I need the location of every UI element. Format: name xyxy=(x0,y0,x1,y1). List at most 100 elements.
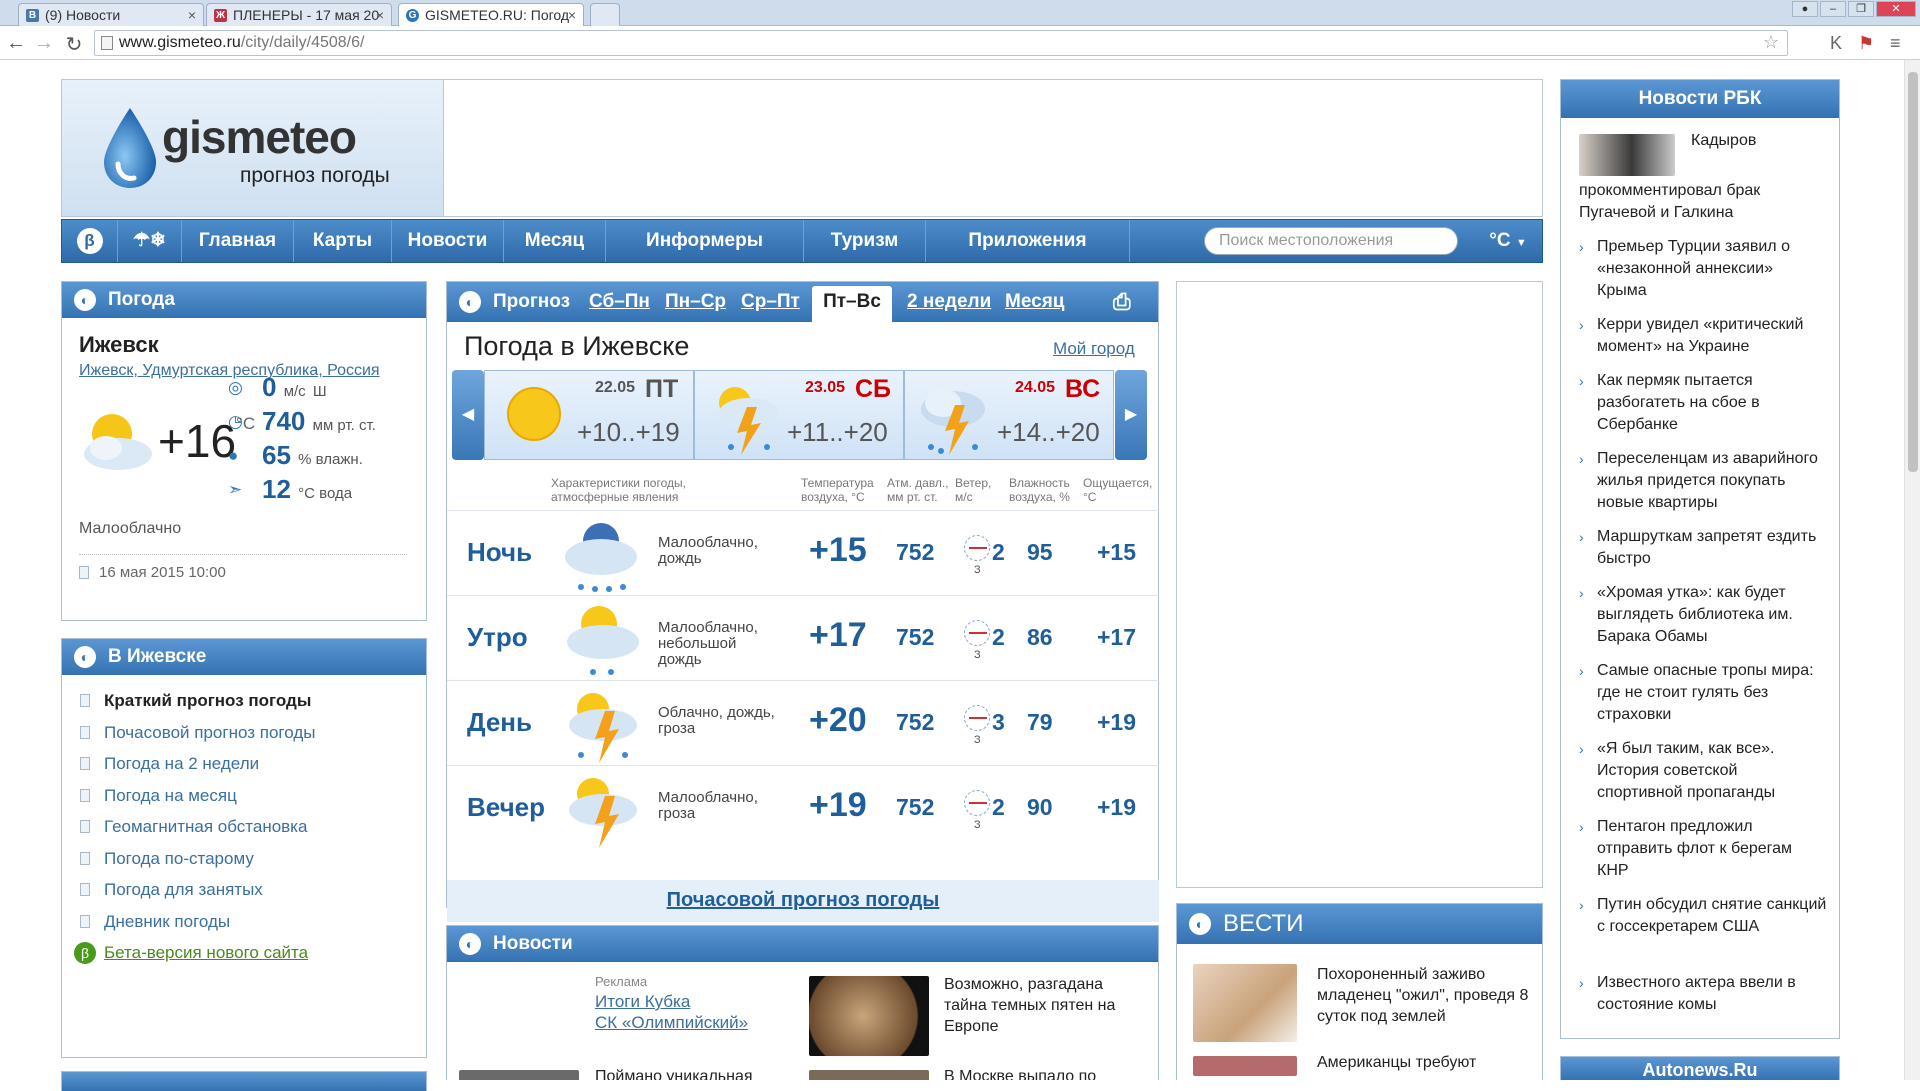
url-path: /city/daily/4508/6/ xyxy=(240,34,365,51)
rbk-lead-rest[interactable]: прокомментировал брак Пугачевой и Галкин… xyxy=(1579,180,1829,224)
rbk-news-item[interactable]: › Маршруткам запретят ездить быстро xyxy=(1579,526,1827,570)
tab-sat-mon[interactable]: Сб–Пн xyxy=(589,282,650,322)
panel-title: Новости РБК xyxy=(1638,88,1762,109)
menu-informers[interactable]: Информеры xyxy=(606,220,804,262)
rbk-news-item[interactable]: › Как пермяк пытается разбогатеть на сбое… xyxy=(1579,370,1827,436)
beta-icon[interactable]: β xyxy=(62,220,118,262)
link-old-style[interactable]: Погода по-старому xyxy=(80,849,420,881)
rbk-news-item[interactable]: › «Хромая утка»: как будет выглядеть библ… xyxy=(1579,582,1827,648)
close-tab-icon[interactable]: × xyxy=(376,7,384,23)
extension-badge-icon[interactable]: ⚑ xyxy=(1858,33,1874,54)
unit-label: °C xyxy=(1489,230,1511,251)
minimize-icon[interactable]: – xyxy=(1820,1,1846,17)
link-label: Погода на 2 недели xyxy=(104,754,260,773)
news-item-link[interactable]: Поймано уникальная xyxy=(595,1068,753,1080)
menu-tourism[interactable]: Туризм xyxy=(804,220,926,262)
rbk-news-item[interactable]: › Пентагон предложил отправить флот к бер… xyxy=(1579,816,1827,882)
vesti-story-link[interactable]: Похороненный заживо младенец "ожил", про… xyxy=(1317,964,1533,1027)
vesti-item-link[interactable]: Американцы требуют xyxy=(1317,1054,1476,1072)
hourly-forecast-link[interactable]: Почасовой прогноз погоды xyxy=(447,880,1159,922)
link-hourly-forecast[interactable]: Почасовой прогноз погоды xyxy=(80,723,420,755)
rbk-news-item[interactable]: › Керри увидел «критический момент» на Ук… xyxy=(1579,314,1827,358)
scrollbar-thumb[interactable] xyxy=(1908,72,1918,472)
period-wind: 2 xyxy=(992,539,1005,565)
prev-days-arrow-icon[interactable]: ◀ xyxy=(452,370,484,460)
link-two-weeks[interactable]: Погода на 2 недели xyxy=(80,754,420,786)
rbk-news-item[interactable]: › Переселенцам из аварийного жилья придет… xyxy=(1579,448,1827,514)
address-bar[interactable]: www.gismeteo.ru/city/daily/4508/6/ ☆ xyxy=(94,30,1788,56)
ad-link-cup[interactable]: Итоги Кубка xyxy=(595,992,690,1012)
tab-two-weeks[interactable]: 2 недели xyxy=(907,282,991,322)
region-link-country[interactable]: Россия xyxy=(327,362,379,379)
document-icon xyxy=(80,914,90,928)
link-beta-site[interactable]: β Бета-версия нового сайта xyxy=(74,942,420,975)
news-thumb-image[interactable] xyxy=(459,1070,579,1080)
news-story-link[interactable]: Возможно, разгадана тайна темных пятен н… xyxy=(944,974,1140,1037)
tab-fri-sun[interactable]: Пт–Вс xyxy=(812,286,892,322)
tab-mon-wed[interactable]: Пн–Ср xyxy=(665,282,726,322)
bookmark-star-icon[interactable]: ☆ xyxy=(1763,32,1779,53)
link-busy[interactable]: Погода для занятых xyxy=(80,880,420,912)
region-link-city[interactable]: Ижевск xyxy=(79,362,133,379)
vesti-story-image[interactable] xyxy=(1193,964,1297,1042)
close-tab-icon[interactable]: × xyxy=(568,7,576,23)
unit-select[interactable]: °C ▼ xyxy=(1474,220,1542,262)
fish-water-icon: ➣ xyxy=(228,480,243,499)
drop-icon: ◐ xyxy=(459,291,481,313)
chevron-down-icon: ▼ xyxy=(1515,237,1527,249)
location-search-input[interactable]: Поиск местоположения xyxy=(1204,227,1458,255)
autonews-header[interactable]: Autonews.Ru xyxy=(1560,1056,1840,1080)
tab-vk-news[interactable]: В (9) Новости × xyxy=(18,3,204,26)
menu-maps[interactable]: Карты xyxy=(294,220,392,262)
weather-symbols-icon[interactable]: ☂❄ xyxy=(118,220,182,262)
rbk-news-item[interactable]: › Путин обсудил снятие санкций с госсекре… xyxy=(1579,894,1827,938)
link-month[interactable]: Погода на месяц xyxy=(80,786,420,818)
restore-icon[interactable]: ❐ xyxy=(1848,1,1874,17)
profile-icon[interactable]: ● xyxy=(1792,1,1818,17)
next-days-arrow-icon[interactable]: ▶ xyxy=(1115,370,1147,460)
period-wind: 3 xyxy=(992,709,1005,735)
ad-link-stadium[interactable]: СК «Олимпийский» xyxy=(595,1013,748,1033)
page-scrollbar[interactable] xyxy=(1904,60,1920,1080)
menu-icon[interactable]: ≡ xyxy=(1890,33,1901,54)
news-thumb-image[interactable] xyxy=(809,1070,929,1080)
europa-moon-image[interactable] xyxy=(809,976,929,1056)
day-card-sat[interactable]: 23.05 СБ +11..+20 xyxy=(694,370,904,460)
period-pressure: 752 xyxy=(896,624,935,650)
rbk-news-item[interactable]: › Премьер Турции заявил о «незаконной анн… xyxy=(1579,236,1827,302)
day-card-sun[interactable]: 24.05 ВС +14..+20 xyxy=(904,370,1114,460)
close-window-icon[interactable]: ✕ xyxy=(1876,1,1916,17)
rbk-news-item[interactable]: › «Я был таким, как все». История советск… xyxy=(1579,738,1827,804)
extension-k-icon[interactable]: K xyxy=(1830,33,1842,54)
rbk-lead-first[interactable]: Кадыров xyxy=(1691,132,1756,150)
link-diary[interactable]: Дневник погоды xyxy=(80,912,420,944)
news-item-link[interactable]: В Москве выпало по xyxy=(944,1068,1096,1080)
rbk-news-item[interactable]: › Известного актера ввели в состояние ком… xyxy=(1579,972,1827,1016)
period-feels: +19 xyxy=(1097,709,1137,735)
close-tab-icon[interactable]: × xyxy=(188,7,196,23)
menu-apps[interactable]: Приложения xyxy=(926,220,1130,262)
menu-home[interactable]: Главная xyxy=(182,220,294,262)
bullet-icon: › xyxy=(1579,451,1584,467)
menu-month[interactable]: Месяц xyxy=(504,220,606,262)
forecast-city-title: Погода в Ижевске xyxy=(464,331,690,361)
tab-gismeteo[interactable]: G GISMETEO.RU: Погод × xyxy=(398,3,584,27)
my-city-link[interactable]: Мой город xyxy=(1053,339,1135,359)
new-tab-button[interactable] xyxy=(590,3,620,26)
link-geomagnetic[interactable]: Геомагнитная обстановка xyxy=(80,817,420,849)
print-icon[interactable]: ⎙ xyxy=(1113,282,1131,322)
rbk-news-item[interactable]: › Самые опасные тропы мира: где не стоит … xyxy=(1579,660,1827,726)
pressure-stat: 740 мм рт. ст. xyxy=(262,406,376,437)
forward-icon[interactable]: → xyxy=(32,32,56,55)
logo-link[interactable]: gismeteo прогноз погоды xyxy=(62,80,444,216)
vesti-thumb-image[interactable] xyxy=(1193,1056,1297,1076)
link-brief-forecast[interactable]: Краткий прогноз погоды xyxy=(80,691,420,723)
tab-month[interactable]: Месяц xyxy=(1005,282,1064,322)
tab-wed-fri[interactable]: Ср–Пт xyxy=(741,282,800,322)
tab-plenery[interactable]: Ж ПЛЕНЕРЫ - 17 мая 20 × xyxy=(206,3,392,26)
menu-news[interactable]: Новости xyxy=(392,220,504,262)
rbk-lead-image[interactable] xyxy=(1579,134,1675,176)
day-card-fri[interactable]: 22.05 ПТ +10..+19 xyxy=(484,370,694,460)
back-icon[interactable]: ← xyxy=(4,32,28,55)
reload-icon[interactable]: ↻ xyxy=(62,32,86,57)
